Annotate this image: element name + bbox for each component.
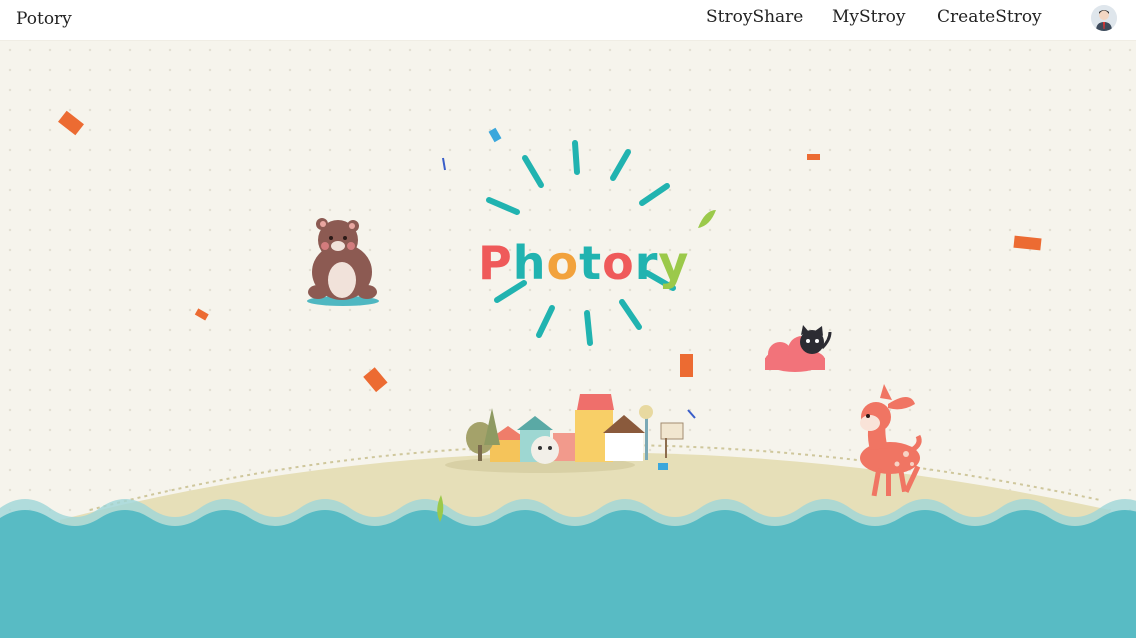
logo-letter: y (658, 236, 690, 290)
logo-letter: t (579, 236, 603, 290)
confetti-blue-2 (658, 463, 668, 470)
leaf-icon (698, 210, 716, 228)
logo-letter: P (478, 236, 513, 290)
nav-my-story[interactable]: MyStroy (832, 7, 905, 27)
nav-story-share[interactable]: StroyShare (706, 7, 803, 27)
user-avatar-icon[interactable] (1091, 5, 1117, 31)
logo-letter: o (546, 236, 580, 290)
sea-waves-front (0, 510, 1136, 638)
confetti-line-1 (442, 157, 446, 171)
cat-on-cloud-illustration (765, 325, 832, 372)
logo-letter: h (512, 236, 547, 290)
hero-scene: Photory (0, 40, 1136, 638)
top-nav-bar: Potory StroyShare MyStroy CreateStroy (0, 0, 1136, 41)
scene-illustration (0, 110, 1136, 638)
nav-create-story[interactable]: CreateStroy (937, 7, 1042, 27)
bear-illustration (307, 218, 379, 306)
confetti-blue-1 (488, 127, 502, 143)
logo-letter: o (602, 236, 635, 290)
brand-logo-link[interactable]: Potory (16, 9, 72, 29)
photory-logo: Photory (478, 236, 689, 290)
confetti-line-2 (687, 409, 696, 419)
logo-letter: r (634, 236, 659, 290)
